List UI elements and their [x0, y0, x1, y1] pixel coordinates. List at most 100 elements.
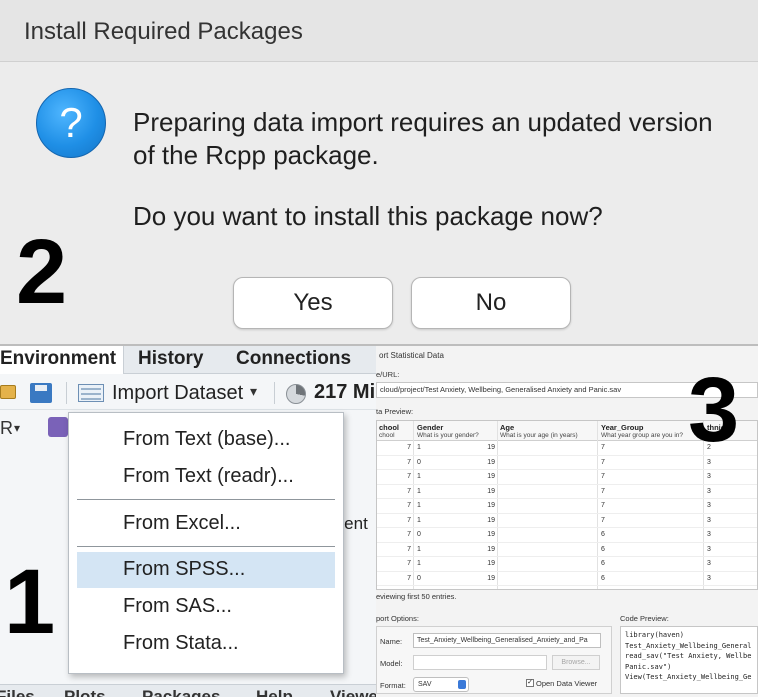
tab-help[interactable]: Help — [256, 686, 293, 697]
table-cell: 3 — [707, 531, 711, 538]
toolbar-divider — [274, 382, 275, 404]
dialog-message-line2: of the Rcpp package. — [133, 140, 379, 170]
chevron-down-icon[interactable]: ▾ — [250, 383, 257, 400]
import-statistical-data-dialog: ort Statistical Data e/URL: cloud/projec… — [376, 346, 758, 697]
question-icon: ? — [36, 88, 106, 158]
column-subheader: What is your gender? — [417, 432, 479, 439]
table-row: 7 1 19 7 3 — [377, 515, 757, 528]
table-cell: 0 — [417, 531, 421, 538]
table-cell: 3 — [707, 487, 711, 495]
table-cell: 3 — [707, 560, 711, 567]
table-row: 7 1 19 7 3 — [377, 486, 757, 499]
code-preview-box[interactable]: library(haven) Test_Anxiety_Wellbeing_Gen… — [620, 626, 758, 694]
open-data-viewer-checkbox[interactable]: ✓ — [526, 679, 534, 687]
table-cell: 3 — [707, 502, 711, 509]
column-subheader: What year group are you in? — [601, 432, 684, 439]
model-label: Model: — [380, 659, 403, 668]
table-cell: 19 — [487, 487, 495, 495]
table-cell: 7 — [407, 502, 411, 509]
memory-usage-icon[interactable] — [286, 384, 306, 404]
import-dataset-menu: From Text (base)... From Text (readr)...… — [68, 412, 344, 674]
chevron-down-icon[interactable]: ▾ — [14, 421, 20, 435]
model-input[interactable] — [413, 655, 547, 670]
callout-number-1: 1 — [4, 551, 56, 653]
environment-pane: Environment History Connections Import D… — [0, 346, 376, 697]
table-cell: 19 — [487, 574, 495, 582]
dialog-question: Do you want to install this package now? — [133, 201, 603, 231]
table-cell: 7 — [407, 458, 411, 466]
environment-toolbar: Import Dataset ▾ 217 MiB — [0, 376, 376, 410]
url-label: e/URL: — [376, 370, 400, 379]
open-folder-icon[interactable] — [0, 385, 16, 399]
save-icon[interactable] — [30, 383, 52, 403]
table-cell: 7 — [407, 531, 411, 538]
import-dataset-icon[interactable] — [78, 384, 104, 402]
code-line: read_sav("Test Anxiety, Wellbe — [625, 652, 752, 660]
table-cell: 3 — [707, 473, 711, 480]
table-row: 7 0 19 6 3 — [377, 573, 757, 586]
table-cell: 19 — [487, 502, 495, 509]
table-cell: 3 — [707, 545, 711, 553]
table-cell: 1 — [417, 560, 421, 567]
table-cell: 3 — [707, 516, 711, 524]
tab-files[interactable]: Files — [0, 686, 35, 697]
table-cell: 7 — [407, 574, 411, 582]
tab-plots[interactable]: Plots — [64, 686, 106, 697]
name-label: Name: — [380, 637, 403, 646]
tab-history[interactable]: History — [130, 346, 211, 374]
table-cell: 0 — [417, 574, 421, 582]
memory-usage-label[interactable]: 217 MiB — [314, 381, 376, 404]
table-cell: 19 — [487, 545, 495, 553]
table-cell: 7 — [407, 444, 411, 451]
column-header[interactable]: Year_Group — [601, 423, 644, 432]
environment-icon[interactable] — [48, 417, 68, 437]
table-cell: 7 — [407, 545, 411, 553]
tab-connections[interactable]: Connections — [228, 346, 359, 374]
code-line: library(haven) — [625, 631, 685, 639]
bottom-pane-tabbar: Files Plots Packages Help Viewer — [0, 684, 376, 697]
table-cell: 19 — [487, 531, 495, 538]
tab-environment[interactable]: Environment — [0, 346, 124, 374]
table-row: 7 1 19 6 3 — [377, 558, 757, 572]
environment-selector[interactable]: R — [0, 418, 13, 439]
browse-button[interactable]: Browse... — [552, 655, 600, 670]
menu-item-from-text-readr[interactable]: From Text (readr)... — [77, 459, 335, 495]
table-cell: 1 — [417, 487, 421, 495]
menu-item-from-spss[interactable]: From SPSS... — [77, 552, 335, 588]
column-subheader: chool — [379, 432, 395, 439]
table-cell: 0 — [417, 458, 421, 466]
column-header[interactable]: Gender — [417, 423, 443, 432]
toolbar-divider — [66, 382, 67, 404]
menu-item-from-text-base[interactable]: From Text (base)... — [77, 422, 335, 458]
tab-packages[interactable]: Packages — [142, 686, 220, 697]
table-cell: 1 — [417, 545, 421, 553]
tab-viewer[interactable]: Viewer — [330, 686, 376, 697]
data-preview-label: ta Preview: — [376, 407, 414, 416]
pane-tabbar: Environment History Connections — [0, 346, 376, 374]
column-header[interactable]: Age — [500, 423, 514, 432]
table-cell: 1 — [417, 516, 421, 524]
table-cell: 6 — [601, 574, 605, 582]
menu-item-from-sas[interactable]: From SAS... — [77, 589, 335, 625]
menu-item-from-stata[interactable]: From Stata... — [77, 626, 335, 662]
import-dataset-button[interactable]: Import Dataset — [112, 382, 243, 405]
table-cell: 19 — [487, 560, 495, 567]
table-cell: 6 — [601, 531, 605, 538]
select-arrows-icon[interactable] — [458, 680, 466, 689]
column-header[interactable]: chool — [379, 423, 399, 432]
name-input[interactable]: Test_Anxiety_Wellbeing_Generalised_Anxie… — [413, 633, 601, 648]
menu-item-from-excel[interactable]: From Excel... — [77, 506, 335, 542]
table-cell: 19 — [487, 444, 495, 451]
open-data-viewer-label[interactable]: Open Data Viewer — [536, 679, 597, 688]
menu-divider — [77, 499, 335, 500]
dialog-message-line1: Preparing data import requires an update… — [133, 107, 713, 137]
no-button[interactable]: No — [411, 277, 571, 329]
yes-button[interactable]: Yes — [233, 277, 393, 329]
table-cell: 1 — [417, 444, 421, 451]
format-label: Format: — [380, 681, 406, 690]
table-cell: 6 — [601, 545, 605, 553]
callout-number-2: 2 — [16, 221, 68, 323]
callout-number-3: 3 — [688, 359, 740, 461]
table-cell: 3 — [707, 574, 711, 582]
table-cell: 7 — [407, 560, 411, 567]
